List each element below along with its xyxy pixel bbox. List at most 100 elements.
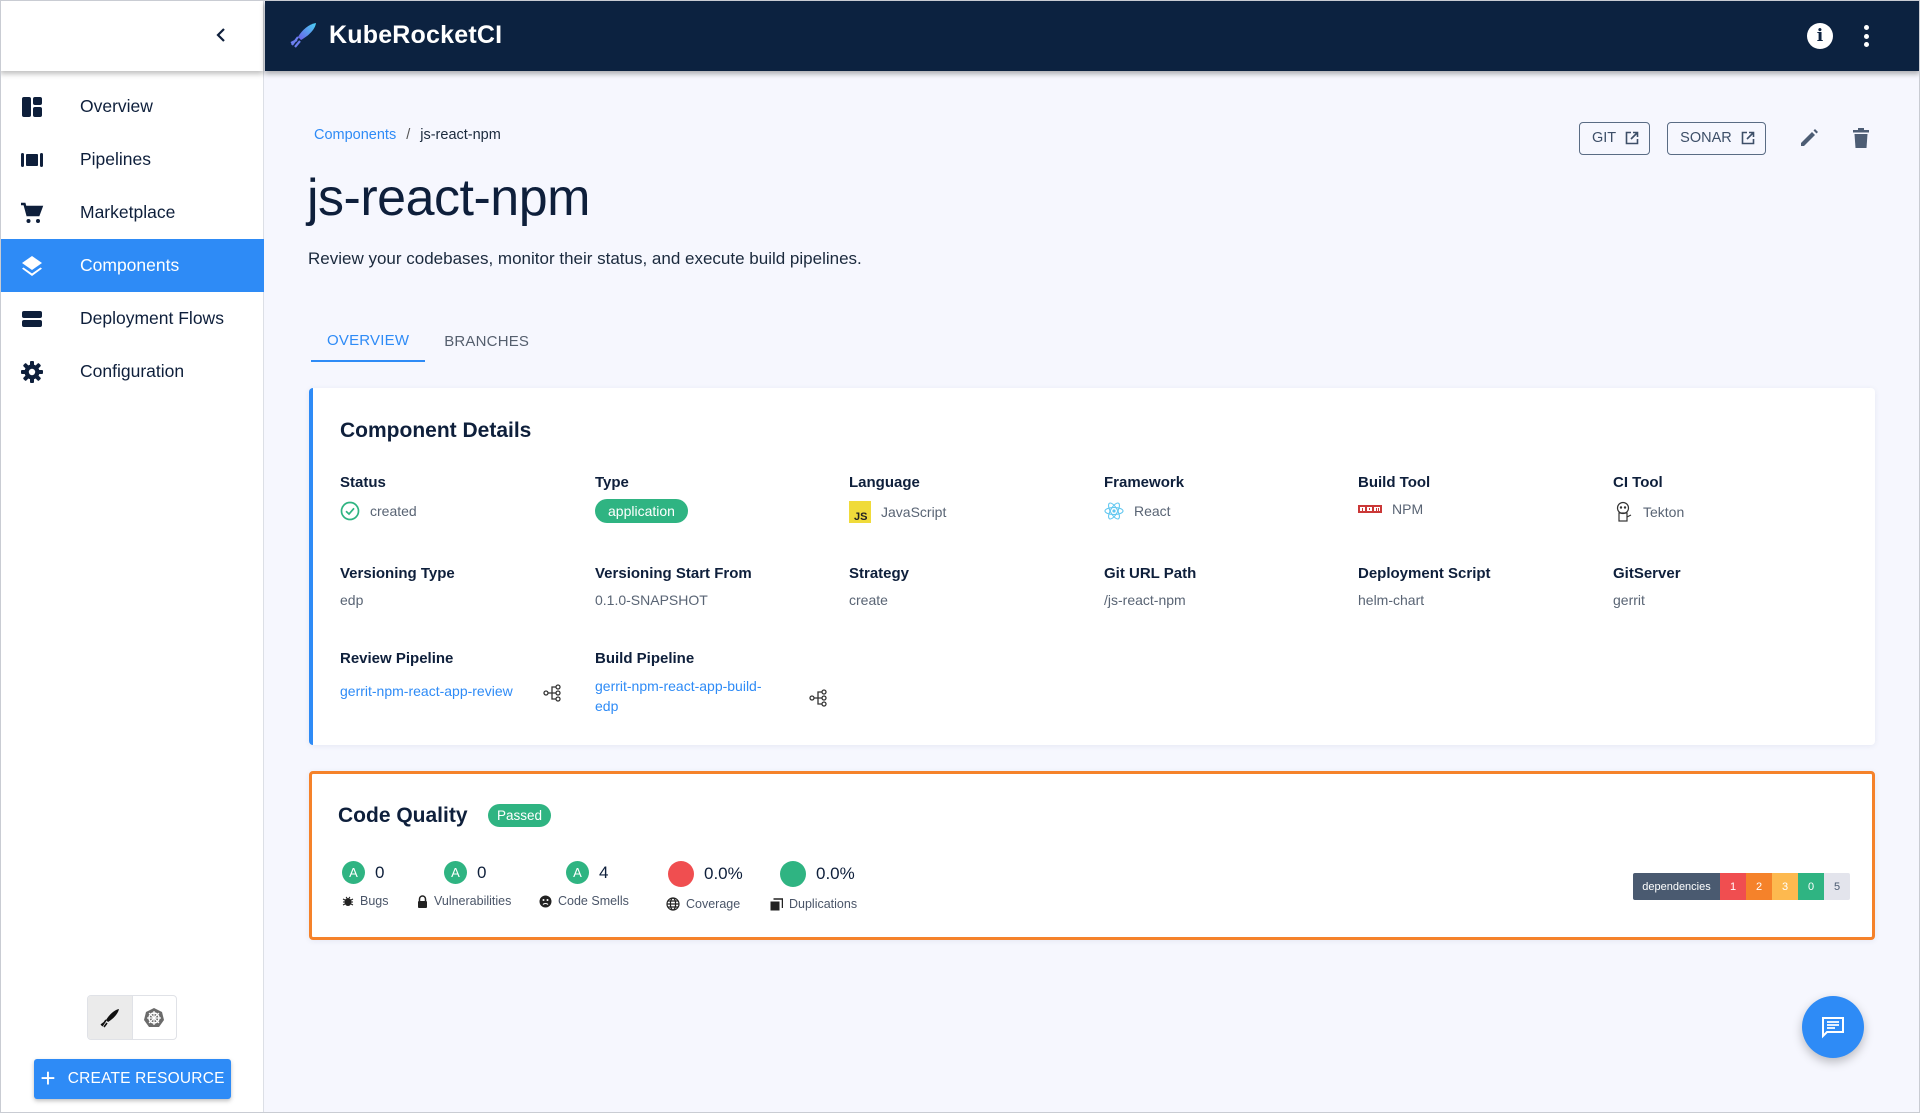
- metric-label: Vulnerabilities: [434, 894, 512, 908]
- grade-badge: A: [566, 861, 589, 884]
- sidebar-item-label: Configuration: [80, 361, 185, 381]
- field-value: /js-react-npm: [1104, 592, 1186, 608]
- field-type: Type application: [595, 474, 688, 523]
- bug-icon: [342, 896, 354, 906]
- field-review-pipeline: Review Pipeline gerrit-npm-react-app-rev…: [340, 650, 513, 701]
- metric-value: 0.0%: [704, 864, 743, 883]
- field-value: Tekton: [1643, 504, 1685, 520]
- grade-badge: A: [342, 861, 365, 884]
- dependency-count-low: 0: [1798, 873, 1824, 900]
- field-value: edp: [340, 592, 364, 608]
- metric-coverage[interactable]: 0.0% Coverage: [666, 861, 743, 911]
- sidebar-item-pipelines[interactable]: Pipelines: [0, 133, 264, 186]
- sidebar-item-label: Components: [80, 255, 180, 275]
- check-circle-icon: [340, 501, 360, 521]
- code-quality-title: Code Quality: [338, 804, 468, 827]
- delete-button[interactable]: [1844, 121, 1878, 155]
- kubernetes-mode-button[interactable]: [133, 996, 177, 1039]
- field-label: Status: [340, 474, 386, 491]
- dependency-count-medium: 3: [1772, 873, 1798, 900]
- sidebar: Overview Pipelines Marketplace Component…: [0, 0, 264, 1113]
- field-label: Deployment Script: [1358, 565, 1491, 582]
- build-pipeline-link[interactable]: gerrit-npm-react-app-build- edp: [595, 676, 762, 716]
- stack-icon: [20, 307, 44, 331]
- sidebar-item-label: Overview: [80, 96, 153, 116]
- metric-bugs[interactable]: A0 Bugs: [342, 861, 389, 908]
- collapse-sidebar-button[interactable]: [211, 25, 231, 45]
- component-details-title: Component Details: [340, 419, 532, 442]
- duplications-status-dot: [780, 861, 806, 887]
- field-value: created: [370, 503, 417, 519]
- field-label: Versioning Start From: [595, 565, 752, 582]
- field-value: create: [849, 592, 888, 608]
- create-resource-button[interactable]: + CREATE RESOURCE: [34, 1059, 231, 1099]
- pencil-icon: [1800, 129, 1818, 146]
- breadcrumb-components-link[interactable]: Components: [314, 127, 396, 143]
- metric-value: 4: [599, 862, 609, 882]
- edit-button[interactable]: [1792, 121, 1826, 155]
- chevron-left-icon: [216, 28, 225, 42]
- lock-icon: [418, 894, 427, 908]
- more-vert-icon: [1863, 25, 1869, 30]
- kuberocketci-mode-button[interactable]: [88, 996, 133, 1039]
- globe-icon: [666, 897, 680, 911]
- kubernetes-icon: [144, 1007, 165, 1027]
- field-label: Language: [849, 474, 920, 491]
- rocket-logo-icon: [290, 23, 316, 48]
- metric-label: Code Smells: [558, 894, 629, 908]
- dashboard-icon: [20, 95, 44, 119]
- review-pipeline-link[interactable]: gerrit-npm-react-app-review: [340, 681, 513, 701]
- sidebar-item-label: Deployment Flows: [80, 308, 224, 328]
- cart-icon: [20, 201, 44, 225]
- plus-icon: +: [40, 1063, 56, 1093]
- git-link-button[interactable]: GIT: [1579, 121, 1651, 155]
- sidebar-item-marketplace[interactable]: Marketplace: [0, 186, 264, 239]
- pipeline-diagram-icon[interactable]: [809, 688, 829, 708]
- field-value: JavaScript: [881, 504, 947, 520]
- field-build-tool: Build Tool NPM: [1358, 474, 1430, 517]
- sidebar-item-deployment-flows[interactable]: Deployment Flows: [0, 292, 264, 345]
- pipelines-icon: [20, 148, 44, 172]
- sidebar-item-components[interactable]: Components: [0, 239, 264, 292]
- code-quality-card: Code Quality Passed A0 Bugs A0 Vulnerabi…: [309, 771, 1875, 940]
- field-label: Strategy: [849, 565, 910, 582]
- metric-vulnerabilities[interactable]: A0 Vulnerabilities: [417, 861, 511, 908]
- page-title: js-react-npm: [307, 169, 590, 227]
- tab-overview[interactable]: OVERVIEW: [311, 320, 426, 362]
- info-icon: i: [1816, 26, 1824, 46]
- dependency-count-critical: 1: [1720, 873, 1746, 900]
- feedback-chat-button[interactable]: [1802, 996, 1864, 1058]
- mode-toggle: [87, 995, 177, 1040]
- pipeline-diagram-icon[interactable]: [543, 683, 563, 703]
- metric-duplications[interactable]: 0.0% Duplications: [770, 861, 857, 911]
- external-link-icon: [1625, 131, 1639, 145]
- field-value: gerrit: [1613, 592, 1645, 608]
- copy-icon: [770, 897, 783, 910]
- sad-face-icon: [539, 895, 552, 907]
- app-logo[interactable]: KubeRocketCI: [289, 20, 502, 50]
- external-link-icon: [1741, 131, 1755, 145]
- app-header: KubeRocketCI i: [265, 0, 1920, 71]
- field-status: Status created: [340, 474, 417, 521]
- dependencies-badge[interactable]: dependencies 1 2 3 0 5: [1633, 873, 1850, 900]
- more-menu-button[interactable]: [1860, 22, 1872, 50]
- info-button[interactable]: i: [1807, 23, 1833, 49]
- field-label: Git URL Path: [1104, 565, 1197, 582]
- field-value: 0.1.0-SNAPSHOT: [595, 592, 708, 608]
- sonar-link-button[interactable]: SONAR: [1667, 121, 1766, 155]
- coverage-status-dot: [668, 861, 694, 887]
- javascript-icon: JS: [849, 501, 871, 523]
- field-label: Build Tool: [1358, 474, 1431, 491]
- sidebar-item-configuration[interactable]: Configuration: [0, 345, 264, 398]
- field-label: Build Pipeline: [595, 650, 695, 667]
- tab-branches[interactable]: BRANCHES: [428, 320, 545, 362]
- metric-code-smells[interactable]: A4 Code Smells: [539, 861, 629, 908]
- type-chip: application: [595, 499, 688, 523]
- build-pipeline-link-line1: gerrit-npm-react-app-build-: [595, 678, 762, 694]
- metric-label: Coverage: [686, 897, 741, 911]
- quality-gate-badge: Passed: [488, 804, 552, 827]
- field-build-pipeline: Build Pipeline gerrit-npm-react-app-buil…: [595, 650, 762, 716]
- field-versioning-type: Versioning Type edp: [340, 565, 455, 608]
- sidebar-item-overview[interactable]: Overview: [0, 80, 264, 133]
- sidebar-header: [0, 0, 263, 71]
